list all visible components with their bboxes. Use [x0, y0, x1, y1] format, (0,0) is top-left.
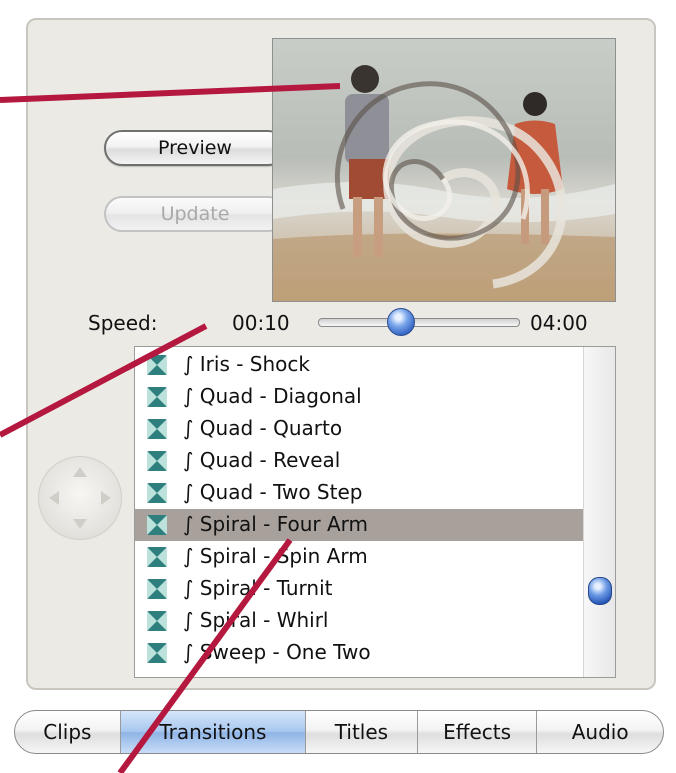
transition-icon: [147, 643, 167, 663]
list-item-label: ∫ Spiral - Whirl: [183, 608, 329, 632]
list-item-label: ∫ Quad - Quarto: [183, 416, 343, 440]
preview-image: [273, 39, 615, 301]
update-button[interactable]: Update: [104, 196, 286, 232]
tab-audio[interactable]: Audio: [537, 711, 663, 753]
tab-effects[interactable]: Effects: [418, 711, 538, 753]
list-item-label: ∫ Quad - Diagonal: [183, 384, 362, 408]
transition-preview-monitor: [272, 38, 616, 302]
transition-icon: [147, 515, 167, 535]
transition-icon: [147, 547, 167, 567]
list-item[interactable]: ∫ Quad - Reveal: [135, 445, 583, 477]
pane-tab-bar: Clips Transitions Titles Effects Audio: [14, 710, 664, 754]
tab-transitions[interactable]: Transitions: [120, 711, 307, 753]
list-item-label: ∫ Spiral - Four Arm: [183, 512, 369, 536]
arrow-up-icon[interactable]: [73, 467, 87, 477]
speed-slider-thumb[interactable]: [387, 308, 415, 336]
list-item-label: ∫ Quad - Two Step: [183, 480, 363, 504]
list-item[interactable]: ∫ Spiral - Spin Arm: [135, 541, 583, 573]
preview-button[interactable]: Preview: [104, 130, 286, 166]
transition-icon: [147, 387, 167, 407]
speed-slider-track[interactable]: [318, 318, 520, 327]
tab-titles[interactable]: Titles: [306, 711, 418, 753]
list-item[interactable]: ∫ Sweep - One Two: [135, 637, 583, 669]
list-item[interactable]: ∫ Quad - Diagonal: [135, 381, 583, 413]
list-item[interactable]: ∫ Quad - Quarto: [135, 413, 583, 445]
list-item[interactable]: ∫ Spiral - Whirl: [135, 605, 583, 637]
list-item-label: ∫ Iris - Shock: [183, 352, 310, 376]
transition-icon: [147, 579, 167, 599]
list-item-label: ∫ Sweep - One Two: [183, 640, 371, 664]
speed-min-value: 00:10: [232, 311, 290, 335]
scrollbar-thumb[interactable]: [588, 577, 612, 605]
list-item-label: ∫ Spiral - Spin Arm: [183, 544, 368, 568]
list-item[interactable]: ∫ Spiral - Four Arm: [135, 509, 583, 541]
list-item[interactable]: ∫ Spiral - Turnit: [135, 573, 583, 605]
arrow-right-icon[interactable]: [101, 491, 111, 505]
transition-icon: [147, 355, 167, 375]
speed-max-value: 04:00: [530, 311, 588, 335]
transition-icon: [147, 483, 167, 503]
tab-clips[interactable]: Clips: [15, 711, 121, 753]
list-item-label: ∫ Quad - Reveal: [183, 448, 341, 472]
transitions-list[interactable]: ∫ Iris - Shock ∫ Quad - Diagonal ∫ Quad - …: [134, 346, 616, 678]
arrow-left-icon[interactable]: [49, 491, 59, 505]
transition-icon: [147, 611, 167, 631]
direction-pad-icon[interactable]: [38, 456, 122, 540]
list-item-label: ∫ Spiral - Turnit: [183, 576, 333, 600]
list-item[interactable]: ∫ Quad - Two Step: [135, 477, 583, 509]
list-scrollbar[interactable]: [583, 347, 615, 677]
list-item[interactable]: ∫ Iris - Shock: [135, 349, 583, 381]
transition-icon: [147, 451, 167, 471]
transition-icon: [147, 419, 167, 439]
arrow-down-icon[interactable]: [73, 519, 87, 529]
speed-label: Speed:: [88, 311, 158, 335]
